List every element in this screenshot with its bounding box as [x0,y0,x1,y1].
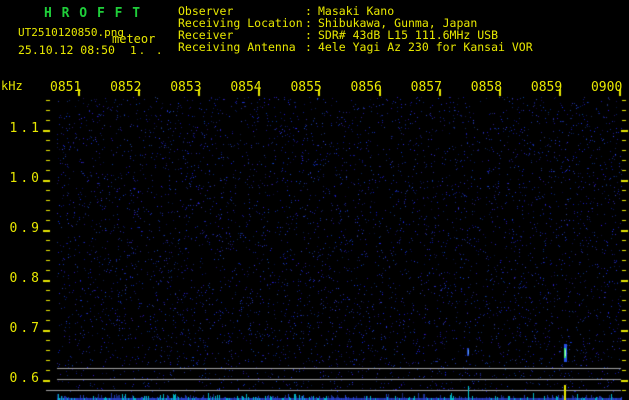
info-label: Receiving Antenna [178,41,305,53]
x-axis-time-label: 0856 [351,81,382,94]
x-axis-time-label: 0854 [230,81,261,94]
hrofft-screen: H R O F F T UT2510120850.png meteor 25.1… [0,0,629,400]
x-axis-time-label: 0853 [170,81,201,94]
x-axis-time-label: 0857 [411,81,442,94]
info-value: 4ele Yagi Az 230 for Kansai VOR [318,41,533,53]
y-axis-freq-label: 0.8 [0,272,42,285]
app-title: H R O F F T [44,7,141,20]
y-axis-freq-label: 1.0 [0,172,42,185]
output-filename: UT2510120850.png [18,27,124,38]
x-axis-time-label: 0852 [110,81,141,94]
x-axis-time-label: 0855 [290,81,321,94]
y-axis-freq-label: 1.1 [0,122,42,135]
y-axis-unit-label: kHz [1,80,23,92]
y-axis-freq-label: 0.9 [0,222,42,235]
echo-count-indicator: 1. . [130,45,165,56]
x-axis-time-label: 0858 [471,81,502,94]
y-axis-freq-label: 0.7 [0,322,42,335]
station-info-block: Observer:Masaki KanoReceiving Location:S… [178,5,533,53]
y-axis-freq-label: 0.6 [0,372,42,385]
x-axis-time-label: 0859 [531,81,562,94]
station-info-row: Receiving Antenna:4ele Yagi Az 230 for K… [178,41,533,53]
x-axis-time-label: 0900 [591,81,622,94]
spectrogram-canvas [0,0,629,400]
datetime-label: 25.10.12 08:50 [18,45,115,57]
info-separator: : [305,41,318,53]
x-axis-time-label: 0851 [50,81,81,94]
